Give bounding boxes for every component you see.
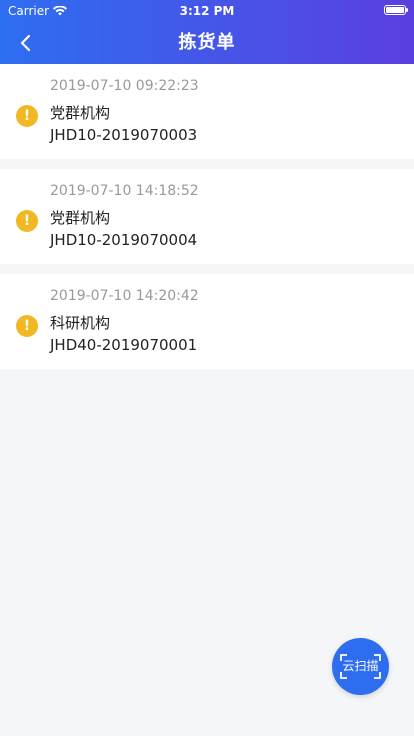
nav-bar: 拣货单 — [0, 22, 414, 64]
battery-icon — [384, 5, 408, 15]
order-datetime: 2019-07-10 14:20:42 — [50, 288, 199, 304]
order-list: ! 2019-07-10 09:22:23 党群机构 JHD10-2019070… — [0, 64, 414, 379]
order-code: JHD40-2019070001 — [50, 336, 198, 354]
order-datetime: 2019-07-10 14:18:52 — [50, 183, 199, 199]
warning-icon: ! — [16, 315, 38, 337]
order-item[interactable]: ! 2019-07-10 14:18:52 党群机构 JHD10-2019070… — [0, 169, 414, 264]
order-code: JHD10-2019070004 — [50, 231, 198, 249]
top-bar: Carrier 3:12 PM 拣货单 — [0, 0, 414, 64]
order-organization: 党群机构 — [50, 104, 111, 122]
page-title: 拣货单 — [178, 32, 236, 53]
order-code: JHD10-2019070003 — [50, 126, 198, 144]
order-organization: 科研机构 — [50, 314, 111, 332]
warning-icon: ! — [16, 210, 38, 232]
order-item[interactable]: ! 2019-07-10 09:22:23 党群机构 JHD10-2019070… — [0, 64, 414, 159]
order-item[interactable]: ! 2019-07-10 14:20:42 科研机构 JHD40-2019070… — [0, 274, 414, 369]
cloud-scan-button[interactable]: 云扫描 — [332, 638, 389, 695]
warning-icon: ! — [16, 105, 38, 127]
scan-button-label: 云扫描 — [342, 659, 379, 673]
order-datetime: 2019-07-10 09:22:23 — [50, 78, 199, 94]
status-time: 3:12 PM — [179, 4, 235, 18]
order-organization: 党群机构 — [50, 209, 111, 227]
status-bar: Carrier 3:12 PM — [0, 0, 414, 22]
